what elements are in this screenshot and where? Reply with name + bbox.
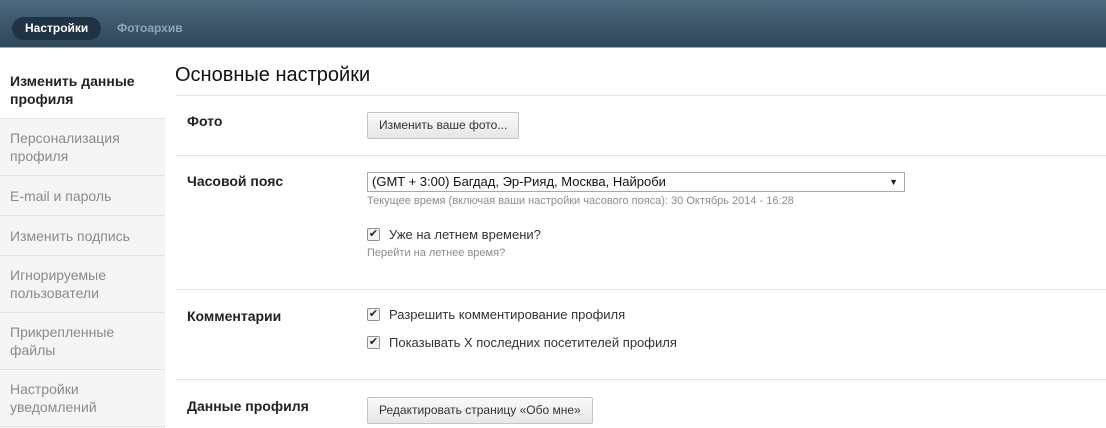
sidebar-item-label: E-mail и пароль [10, 187, 112, 204]
dst-checkbox-row: ✔ Уже на летнем времени? [367, 227, 541, 242]
sidebar-item-ignored-users[interactable]: Игнорируемые пользователи [0, 256, 165, 313]
divider [175, 155, 1106, 156]
section-label-profile-data: Данные профиля [187, 398, 309, 414]
top-nav-bar: Настройки Фотоархив [0, 0, 1106, 48]
page-title: Основные настройки [175, 64, 371, 86]
current-time-hint: Текущее время (включая ваши настройки ча… [367, 195, 794, 207]
allow-comments-checkbox[interactable]: ✔ [367, 308, 380, 321]
checkmark-icon: ✔ [368, 308, 379, 320]
sidebar-item-signature[interactable]: Изменить подпись [0, 216, 165, 256]
sidebar-item-label: Изменить подпись [10, 227, 130, 244]
section-label-comments: Комментарии [187, 308, 282, 324]
dst-hint: Перейти на летнее время? [367, 247, 506, 259]
checkmark-icon: ✔ [368, 228, 379, 240]
section-label-timezone: Часовой пояс [187, 173, 284, 189]
dst-checkbox[interactable]: ✔ [367, 228, 380, 241]
sidebar-item-personalization[interactable]: Персонализация профиля [0, 119, 165, 176]
sidebar-item-notifications[interactable]: Настройки уведомлений [0, 370, 165, 427]
show-visitors-row: ✔ Показывать X последних посетителей про… [367, 335, 677, 350]
chevron-down-icon: ▼ [889, 177, 898, 187]
sidebar-item-attachments[interactable]: Прикрепленные файлы [0, 313, 165, 370]
sidebar-item-email-password[interactable]: E-mail и пароль [0, 176, 165, 216]
section-label-photo: Фото [187, 113, 223, 129]
change-photo-button[interactable]: Изменить ваше фото... [367, 112, 520, 139]
divider [175, 95, 1106, 96]
show-visitors-label[interactable]: Показывать X последних посетителей профи… [389, 335, 677, 350]
divider [175, 379, 1106, 380]
sidebar-item-label: Настройки уведомлений [10, 381, 97, 415]
edit-about-me-button[interactable]: Редактировать страницу «Обо мне» [367, 397, 593, 424]
show-visitors-checkbox[interactable]: ✔ [367, 336, 380, 349]
timezone-select[interactable]: (GMT + 3:00) Багдад, Эр-Рияд, Москва, На… [367, 172, 905, 192]
sidebar-item-label: Персонализация профиля [10, 130, 120, 164]
sidebar-item-label: Игнорируемые пользователи [10, 267, 107, 301]
tab-settings[interactable]: Настройки [12, 17, 102, 40]
allow-comments-row: ✔ Разрешить комментирование профиля [367, 307, 625, 322]
checkmark-icon: ✔ [368, 336, 379, 348]
tab-photo-archive[interactable]: Фотоархив [117, 17, 183, 40]
divider [175, 289, 1106, 290]
allow-comments-label[interactable]: Разрешить комментирование профиля [389, 307, 625, 322]
sidebar: Изменить данные профиля Персонализация п… [0, 62, 165, 428]
sidebar-item-label: Изменить данные профиля [10, 73, 135, 107]
sidebar-item-edit-profile[interactable]: Изменить данные профиля [0, 62, 165, 119]
timezone-selected-value: (GMT + 3:00) Багдад, Эр-Рияд, Москва, На… [372, 174, 666, 189]
dst-checkbox-label[interactable]: Уже на летнем времени? [389, 227, 541, 242]
sidebar-item-label: Прикрепленные файлы [10, 324, 115, 358]
